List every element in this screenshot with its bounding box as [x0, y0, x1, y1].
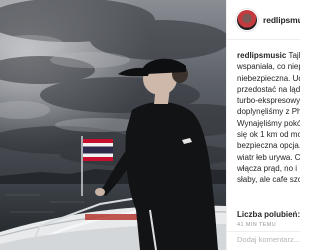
caption-line: doplynęliśmy z Ph [237, 106, 300, 117]
caption-text: doplynęliśmy z Ph [237, 107, 300, 117]
caption-line: bezpieczna opcja. [237, 140, 300, 151]
post-caption: redlipsmusic Tajlanwspaniała, co niepnie… [237, 50, 300, 186]
comment-bar [227, 231, 300, 250]
post-side-panel: redlipsmusic redlipsmusic Tajlanwspaniał… [226, 0, 300, 250]
caption-text: turbo-ekspresowy [237, 96, 300, 106]
caption-line: redlipsmusic Tajlan [237, 50, 300, 61]
caption-line: wspaniała, co niep [237, 61, 300, 72]
caption-line: wiatr łeb urywa. C [237, 152, 300, 163]
caption-text: niebezpieczna. Uda [237, 73, 300, 83]
caption-text: wiatr łeb urywa. C [237, 152, 300, 162]
username-link[interactable]: redlipsmusic [263, 15, 300, 25]
caption-line: słaby, ale cafe szcz [237, 174, 300, 185]
post-photo[interactable] [0, 0, 226, 250]
likes-count[interactable]: Liczba polubień: 2 [237, 210, 300, 219]
post-header: redlipsmusic [227, 0, 300, 40]
comment-input[interactable] [237, 235, 300, 244]
caption-line: przedostać na ląd [237, 84, 300, 95]
caption-username-link[interactable]: redlipsmusic [237, 51, 286, 60]
post-timestamp[interactable]: 41 MIN TEMU [237, 222, 276, 228]
caption-line: niebezpieczna. Uda [237, 73, 300, 84]
caption-text: Tajlan [288, 51, 300, 60]
caption-text: bezpieczna opcja. [237, 141, 300, 151]
caption-line: się ok 1 km od mo [237, 129, 300, 140]
caption-text: się ok 1 km od mo [237, 130, 300, 140]
avatar[interactable] [235, 7, 259, 32]
caption-text: Wynajęliśmy pokój [237, 118, 300, 128]
caption-text: przedostać na ląd [237, 84, 300, 94]
caption-text: włącza prąd, no i [237, 163, 298, 173]
photo-scene [0, 0, 226, 250]
caption-text: wspaniała, co niep [237, 62, 300, 72]
caption-line: włącza prąd, no i [237, 163, 300, 174]
caption-line: Wynajęliśmy pokój [237, 118, 300, 129]
caption-line: turbo-ekspresowy [237, 95, 300, 106]
caption-text: słaby, ale cafe szcz [237, 175, 300, 185]
